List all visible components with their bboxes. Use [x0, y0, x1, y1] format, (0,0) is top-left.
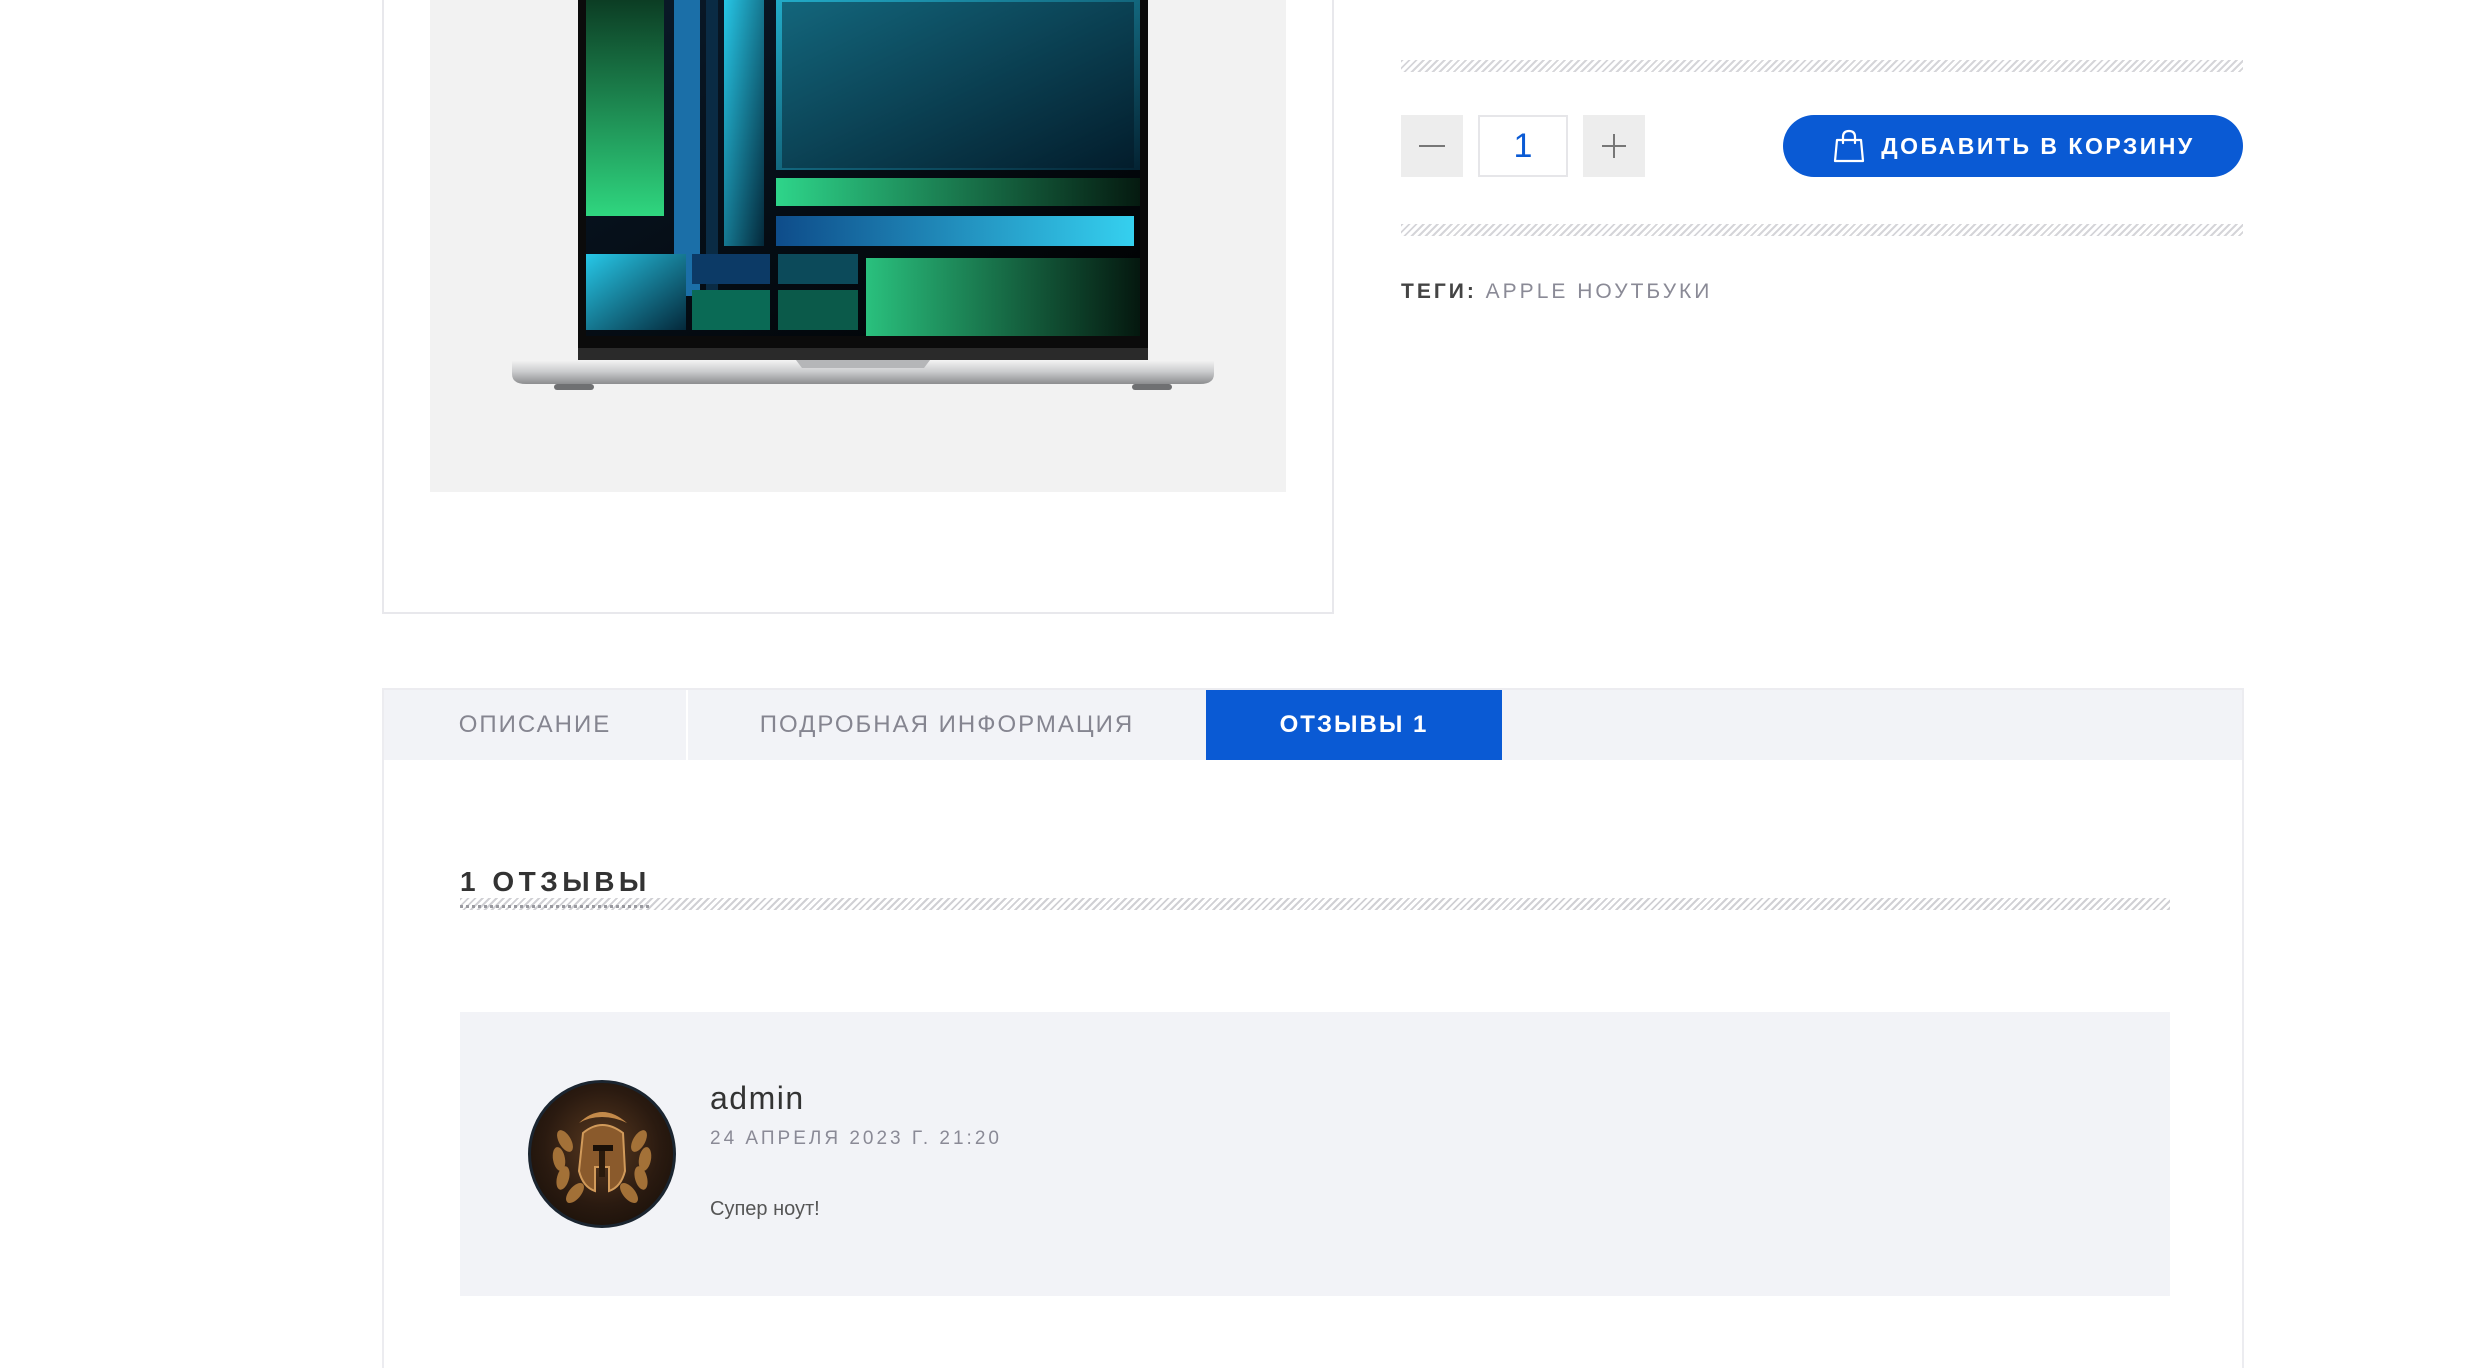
review-author: admin [710, 1080, 805, 1116]
heading-divider [460, 898, 2170, 910]
heading-underline [460, 905, 650, 908]
divider [1401, 224, 2243, 236]
add-to-cart-button[interactable]: ДОБАВИТЬ В КОРЗИНУ [1783, 115, 2243, 177]
shopping-bag-icon [1834, 129, 1865, 163]
tab-reviews[interactable]: ОТЗЫВЫ 1 [1206, 690, 1502, 760]
review-item: admin 24 АПРЕЛЯ 2023 Г. 21:20 Супер ноут… [460, 1012, 2170, 1296]
spartan-helmet-icon [552, 1112, 652, 1203]
avatar [528, 1080, 676, 1228]
tabs-bar: ОПИСАНИЕ ПОДРОБНАЯ ИНФОРМАЦИЯ ОТЗЫВЫ 1 [384, 690, 2242, 760]
plus-icon [1602, 134, 1626, 158]
add-to-cart-label: ДОБАВИТЬ В КОРЗИНУ [1881, 132, 2195, 159]
review-date: 24 АПРЕЛЯ 2023 Г. 21:20 [710, 1128, 1002, 1149]
tag-link[interactable]: APPLE НОУТБУКИ [1486, 280, 1713, 303]
minus-icon [1419, 145, 1445, 147]
product-tags: ТЕГИ: APPLE НОУТБУКИ [1401, 280, 1712, 304]
review-text: Супер ноут! [710, 1198, 820, 1220]
product-image[interactable] [430, 0, 1286, 492]
divider [1401, 60, 2243, 72]
reviews-heading: 1 ОТЗЫВЫ [460, 866, 665, 898]
tags-label: ТЕГИ: [1401, 280, 1477, 303]
quantity-decrease-button[interactable] [1401, 115, 1463, 177]
tab-details[interactable]: ПОДРОБНАЯ ИНФОРМАЦИЯ [688, 690, 1206, 760]
product-gallery [382, 0, 1334, 614]
tab-description[interactable]: ОПИСАНИЕ [384, 690, 688, 760]
laptop-illustration [512, 0, 1214, 390]
quantity-increase-button[interactable] [1583, 115, 1645, 177]
product-tabs-panel: ОПИСАНИЕ ПОДРОБНАЯ ИНФОРМАЦИЯ ОТЗЫВЫ 1 1… [382, 688, 2244, 1368]
quantity-input[interactable] [1478, 115, 1568, 177]
